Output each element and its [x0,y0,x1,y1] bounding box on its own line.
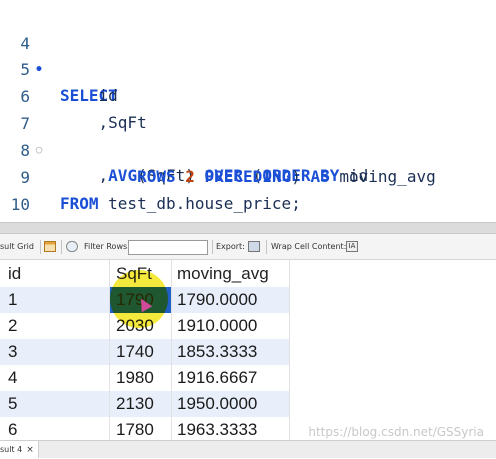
grid-view-icon[interactable] [44,241,56,252]
result-toolbar: sult Grid Filter Rows: Export: Wrap Cell… [0,234,496,260]
result-tab-bar: sult 4 × [0,440,496,458]
table-cell[interactable]: 5 [0,391,110,417]
table-cell[interactable]: 1963.3333 [172,417,290,440]
table-cell[interactable]: 1740 [110,339,172,365]
table-cell[interactable]: 1790.0000 [172,287,290,313]
table-cell[interactable]: 2 [0,313,110,339]
code-line: 8 ROWS 2 PRECEDING) AS moving_avg [0,112,496,186]
toolbar-separator [40,240,41,254]
table-cell[interactable]: 6 [0,417,110,440]
result-grid-label[interactable]: sult Grid [0,234,34,260]
table-cell[interactable]: 1950.0000 [172,391,290,417]
code-line: 10 [0,166,496,214]
filter-icon[interactable] [66,241,78,252]
panel-splitter[interactable] [0,222,496,234]
filter-rows-input[interactable] [128,240,208,255]
table-cell[interactable]: 2130 [110,391,172,417]
table-cell[interactable]: 1 [0,287,110,313]
wrap-cell-content-icon[interactable]: IA [346,241,358,252]
code-line: 6 ,SqFt [0,58,496,132]
table-cell[interactable]: 4 [0,365,110,391]
table-cell[interactable]: 1780 [110,417,172,440]
wrap-cell-content-label: Wrap Cell Content: [271,242,347,251]
filter-rows-label: Filter Rows: [84,242,130,251]
column-header-moving-avg[interactable]: moving_avg [172,260,290,287]
table-row[interactable]: 5 2130 1950.0000 [0,391,290,417]
table-cell[interactable]: 1980 [110,365,172,391]
export-icon[interactable] [248,241,260,252]
result-tab-label: sult 4 [0,445,23,454]
toolbar-separator [212,240,213,254]
table-row[interactable]: 6 1780 1963.3333 [0,417,290,440]
result-grid[interactable]: id SqFt moving_avg 1 1790 1790.0000 2 20… [0,260,496,440]
table-row[interactable]: 4 1980 1916.6667 [0,365,290,391]
export-label: Export: [216,242,245,251]
table-cell[interactable]: 1916.6667 [172,365,290,391]
sql-editor[interactable]: 4 • SELECT 5 id 6 ,SqFt 7 ○ ,AVG(SqFt) O… [0,0,496,241]
table-row[interactable]: 3 1740 1853.3333 [0,339,290,365]
table-cell[interactable]: 1910.0000 [172,313,290,339]
watermark: https://blog.csdn.net/GSSyria [308,425,484,439]
toolbar-separator [266,240,267,254]
code-line: 4 • SELECT [0,5,496,105]
table-cell[interactable]: 3 [0,339,110,365]
column-header-id[interactable]: id [0,260,110,287]
code-line: 9 FROM test_db.house_price; [0,139,496,213]
toolbar-separator [61,240,62,254]
table-cell[interactable]: 1853.3333 [172,339,290,365]
code-line: 5 id [0,31,496,105]
close-icon[interactable]: × [26,445,34,455]
code-line: 11 [0,193,496,241]
result-tab[interactable]: sult 4 × [0,441,39,458]
code-line: 7 ○ ,AVG(SqFt) OVER (ORDER BY id [0,85,496,185]
